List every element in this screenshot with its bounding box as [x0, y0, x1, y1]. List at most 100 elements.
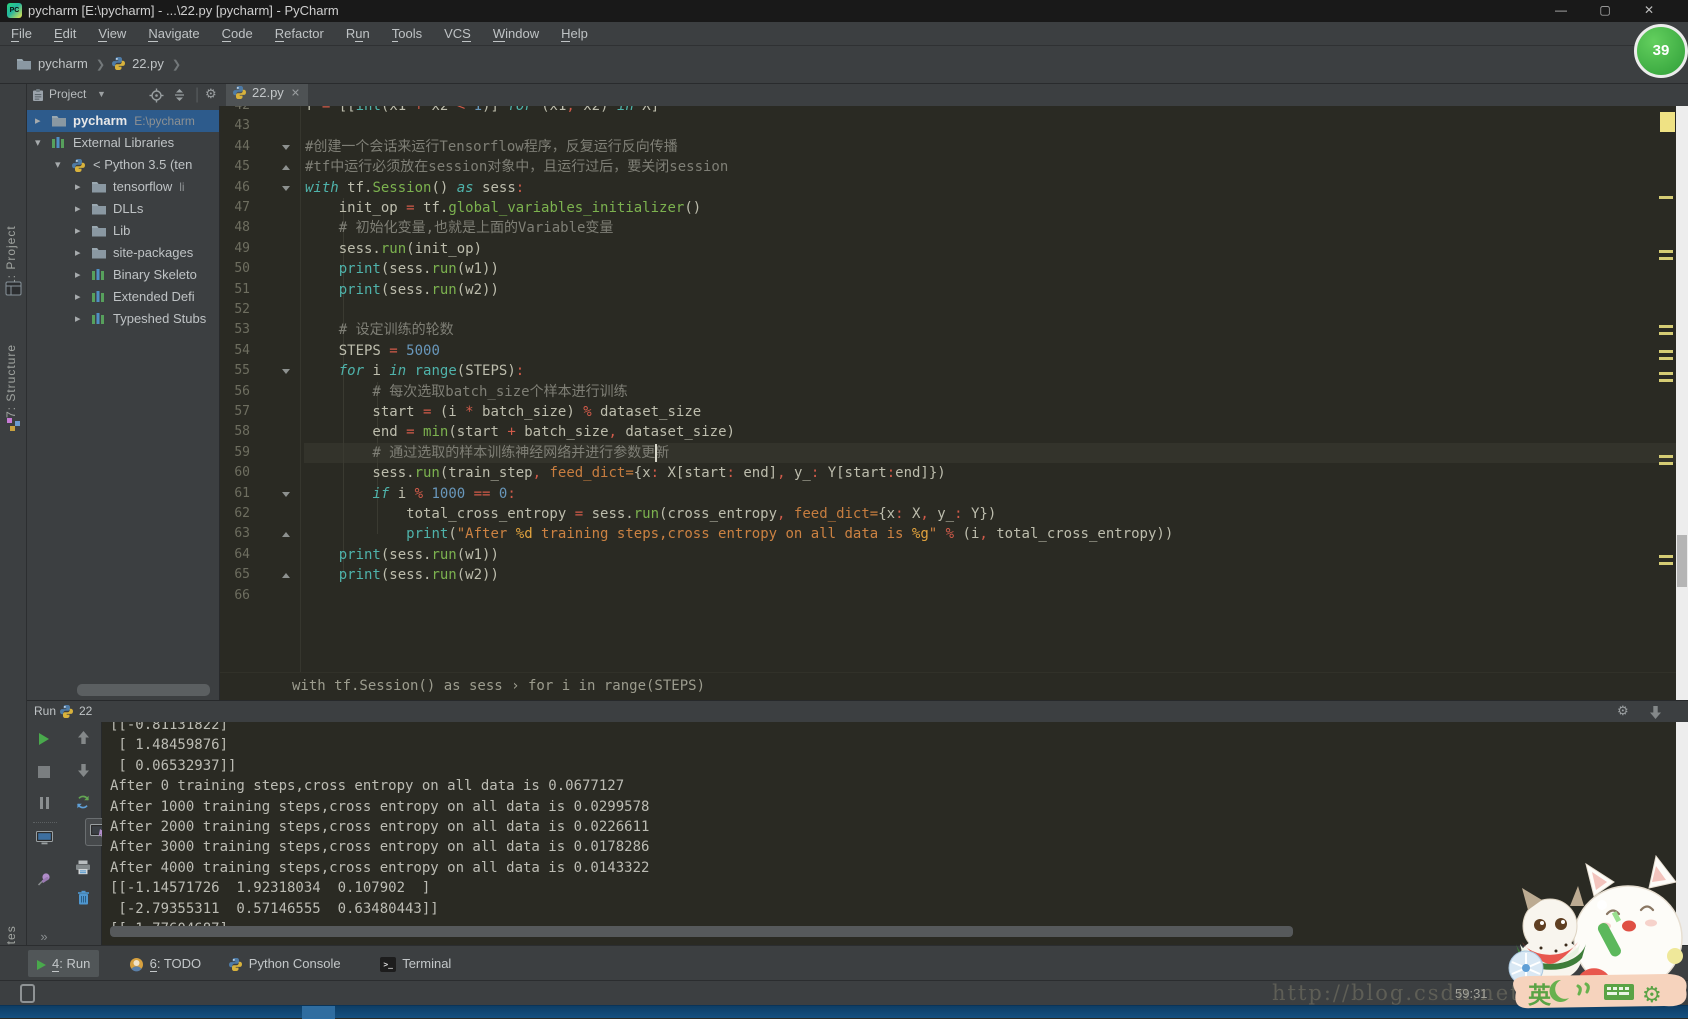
- chevron-right-icon[interactable]: ▸: [75, 290, 81, 303]
- rerun-cycle-icon[interactable]: [71, 794, 95, 816]
- gear-icon[interactable]: ⚙: [205, 86, 217, 102]
- menu-tools[interactable]: Tools: [381, 22, 433, 46]
- menu-view[interactable]: View: [87, 22, 137, 46]
- locate-icon[interactable]: [149, 88, 164, 103]
- chevron-right-icon[interactable]: ▸: [75, 312, 81, 325]
- error-stripe[interactable]: [1654, 106, 1676, 672]
- tree-row-typeshed-stubs[interactable]: ▸ Typeshed Stubs: [27, 308, 219, 330]
- toolwindow-tab-terminal[interactable]: >_ Terminal: [371, 950, 460, 977]
- menu-edit[interactable]: Edit: [43, 22, 87, 46]
- chevron-right-icon[interactable]: ▸: [75, 268, 81, 281]
- code-line-45[interactable]: 45 #tf中运行必须放在session对象中，且运行过后，要关闭session: [220, 157, 1676, 177]
- code-line-59[interactable]: 59 # 通过选取的样本训练神经网络并进行参数更新: [220, 443, 1676, 463]
- warning-mark[interactable]: [1659, 372, 1673, 375]
- breadcrumb[interactable]: with tf.Session() as sess › for i in ran…: [292, 678, 705, 694]
- editor-vscrollbar-thumb[interactable]: [1677, 535, 1687, 587]
- tree-row--python-3-5-ten[interactable]: ▾ < Python 3.5 (ten: [27, 154, 219, 176]
- minimize-button[interactable]: —: [1544, 0, 1578, 20]
- code-line-47[interactable]: 47 init_op = tf.global_variables_initial…: [220, 198, 1676, 218]
- warning-mark[interactable]: [1659, 462, 1673, 465]
- code-line-55[interactable]: 55 for i in range(STEPS):: [220, 361, 1676, 381]
- gear-icon[interactable]: ⚙: [1617, 703, 1629, 719]
- chevron-right-icon[interactable]: ▸: [75, 224, 81, 237]
- project-panel-title[interactable]: Project: [49, 87, 86, 101]
- toolwindow-tab-4-run[interactable]: 4: Run: [28, 950, 100, 977]
- tree-row-tensorflow[interactable]: ▸ tensorflow li: [27, 176, 219, 198]
- print-icon[interactable]: [71, 860, 95, 882]
- code-line-54[interactable]: 54 STEPS = 5000: [220, 341, 1676, 361]
- code-line-42[interactable]: 42 Y = [[int(x1 + x2 < 1)] for (x1, x2) i…: [220, 106, 1676, 116]
- chevron-down-icon[interactable]: ▾: [35, 136, 41, 149]
- chevron-right-icon[interactable]: ▸: [75, 202, 81, 215]
- fold-marker-icon[interactable]: [282, 369, 290, 375]
- collapse-all-icon[interactable]: [173, 88, 186, 102]
- chevron-right-icon[interactable]: ▸: [75, 180, 81, 193]
- menu-code[interactable]: Code: [211, 22, 264, 46]
- warning-mark[interactable]: [1659, 332, 1673, 335]
- show-command-line-icon[interactable]: [32, 830, 56, 852]
- menu-navigate[interactable]: Navigate: [137, 22, 210, 46]
- tree-row-lib[interactable]: ▸ Lib: [27, 220, 219, 242]
- fold-marker-icon[interactable]: [282, 144, 290, 150]
- menu-window[interactable]: Window: [482, 22, 550, 46]
- rerun-button[interactable]: [32, 730, 56, 752]
- code-line-51[interactable]: 51 print(sess.run(w2)): [220, 280, 1676, 300]
- prev-occurrence-icon[interactable]: [71, 730, 95, 752]
- warning-mark[interactable]: [1659, 555, 1673, 558]
- warning-mark[interactable]: [1659, 196, 1673, 199]
- code-line-57[interactable]: 57 start = (i * batch_size) % dataset_si…: [220, 402, 1676, 422]
- warning-mark[interactable]: [1659, 250, 1673, 253]
- tree-row-binary-skeleto[interactable]: ▸ Binary Skeleto: [27, 264, 219, 286]
- menu-refactor[interactable]: Refactor: [264, 22, 335, 46]
- warning-mark[interactable]: [1659, 350, 1673, 353]
- code-line-65[interactable]: 65 print(sess.run(w2)): [220, 565, 1676, 585]
- nav-crumb[interactable]: 22.py: [126, 56, 166, 71]
- code-line-60[interactable]: 60 sess.run(train_step, feed_dict={x: X[…: [220, 463, 1676, 483]
- code-line-52[interactable]: 52: [220, 300, 1676, 320]
- structure-tool-icon[interactable]: [5, 416, 22, 433]
- code-line-46[interactable]: 46 with tf.Session() as sess:: [220, 178, 1676, 198]
- warning-mark[interactable]: [1659, 325, 1673, 328]
- console-hscrollbar[interactable]: [110, 926, 1293, 937]
- recorder-badge[interactable]: 39: [1634, 24, 1688, 78]
- nav-crumb[interactable]: pycharm: [32, 56, 90, 71]
- menu-vcs[interactable]: VCS: [433, 22, 482, 46]
- chevron-right-icon[interactable]: ▸: [35, 114, 41, 127]
- code-line-62[interactable]: 62 total_cross_entropy = sess.run(cross_…: [220, 504, 1676, 524]
- code-line-44[interactable]: 44 #创建一个会话来运行Tensorflow程序，反复运行反向传播: [220, 137, 1676, 157]
- code-editor[interactable]: 42 Y = [[int(x1 + x2 < 1)] for (x1, x2) i…: [220, 106, 1676, 672]
- code-line-48[interactable]: 48 # 初始化变量,也就是上面的Variable变量: [220, 218, 1676, 238]
- toolwindow-toggle-icon[interactable]: [20, 984, 35, 1003]
- fold-marker-icon[interactable]: [282, 185, 290, 191]
- tree-row-site-packages[interactable]: ▸ site-packages: [27, 242, 219, 264]
- warning-mark[interactable]: [1659, 357, 1673, 360]
- clear-all-icon[interactable]: [71, 890, 95, 912]
- code-line-50[interactable]: 50 print(sess.run(w1)): [220, 259, 1676, 279]
- chevron-down-icon[interactable]: ▼: [97, 89, 106, 99]
- toolwindow-tab-6-todo[interactable]: 6: TODO: [120, 950, 211, 977]
- editor-tab-22py[interactable]: 22.py ✕: [226, 84, 309, 106]
- code-line-53[interactable]: 53 # 设定训练的轮数: [220, 320, 1676, 340]
- pause-output-button[interactable]: [32, 794, 56, 816]
- code-line-43[interactable]: 43: [220, 116, 1676, 136]
- project-tool-icon[interactable]: [5, 280, 22, 297]
- tree-row-dlls[interactable]: ▸ DLLs: [27, 198, 219, 220]
- tree-row-extended-defi[interactable]: ▸ Extended Defi: [27, 286, 219, 308]
- menu-run[interactable]: Run: [335, 22, 381, 46]
- code-line-66[interactable]: 66: [220, 586, 1676, 606]
- fold-marker-icon[interactable]: [282, 165, 290, 171]
- tree-row-pycharm[interactable]: ▸ pycharm E:\pycharm: [27, 110, 219, 132]
- warning-mark[interactable]: [1659, 257, 1673, 260]
- stop-button[interactable]: [32, 763, 56, 785]
- next-occurrence-icon[interactable]: [71, 763, 95, 785]
- close-button[interactable]: ✕: [1632, 0, 1666, 20]
- menu-file[interactable]: File: [0, 22, 43, 46]
- warning-mark[interactable]: [1659, 455, 1673, 458]
- code-line-61[interactable]: 61 if i % 1000 == 0:: [220, 484, 1676, 504]
- tree-row-external-libraries[interactable]: ▾ External Libraries: [27, 132, 219, 154]
- hide-panel-icon[interactable]: [1649, 705, 1662, 720]
- code-line-49[interactable]: 49 sess.run(init_op): [220, 239, 1676, 259]
- taskbar-active-app[interactable]: [302, 1006, 335, 1019]
- chevron-right-icon[interactable]: ▸: [75, 246, 81, 259]
- project-hscrollbar[interactable]: [77, 684, 210, 696]
